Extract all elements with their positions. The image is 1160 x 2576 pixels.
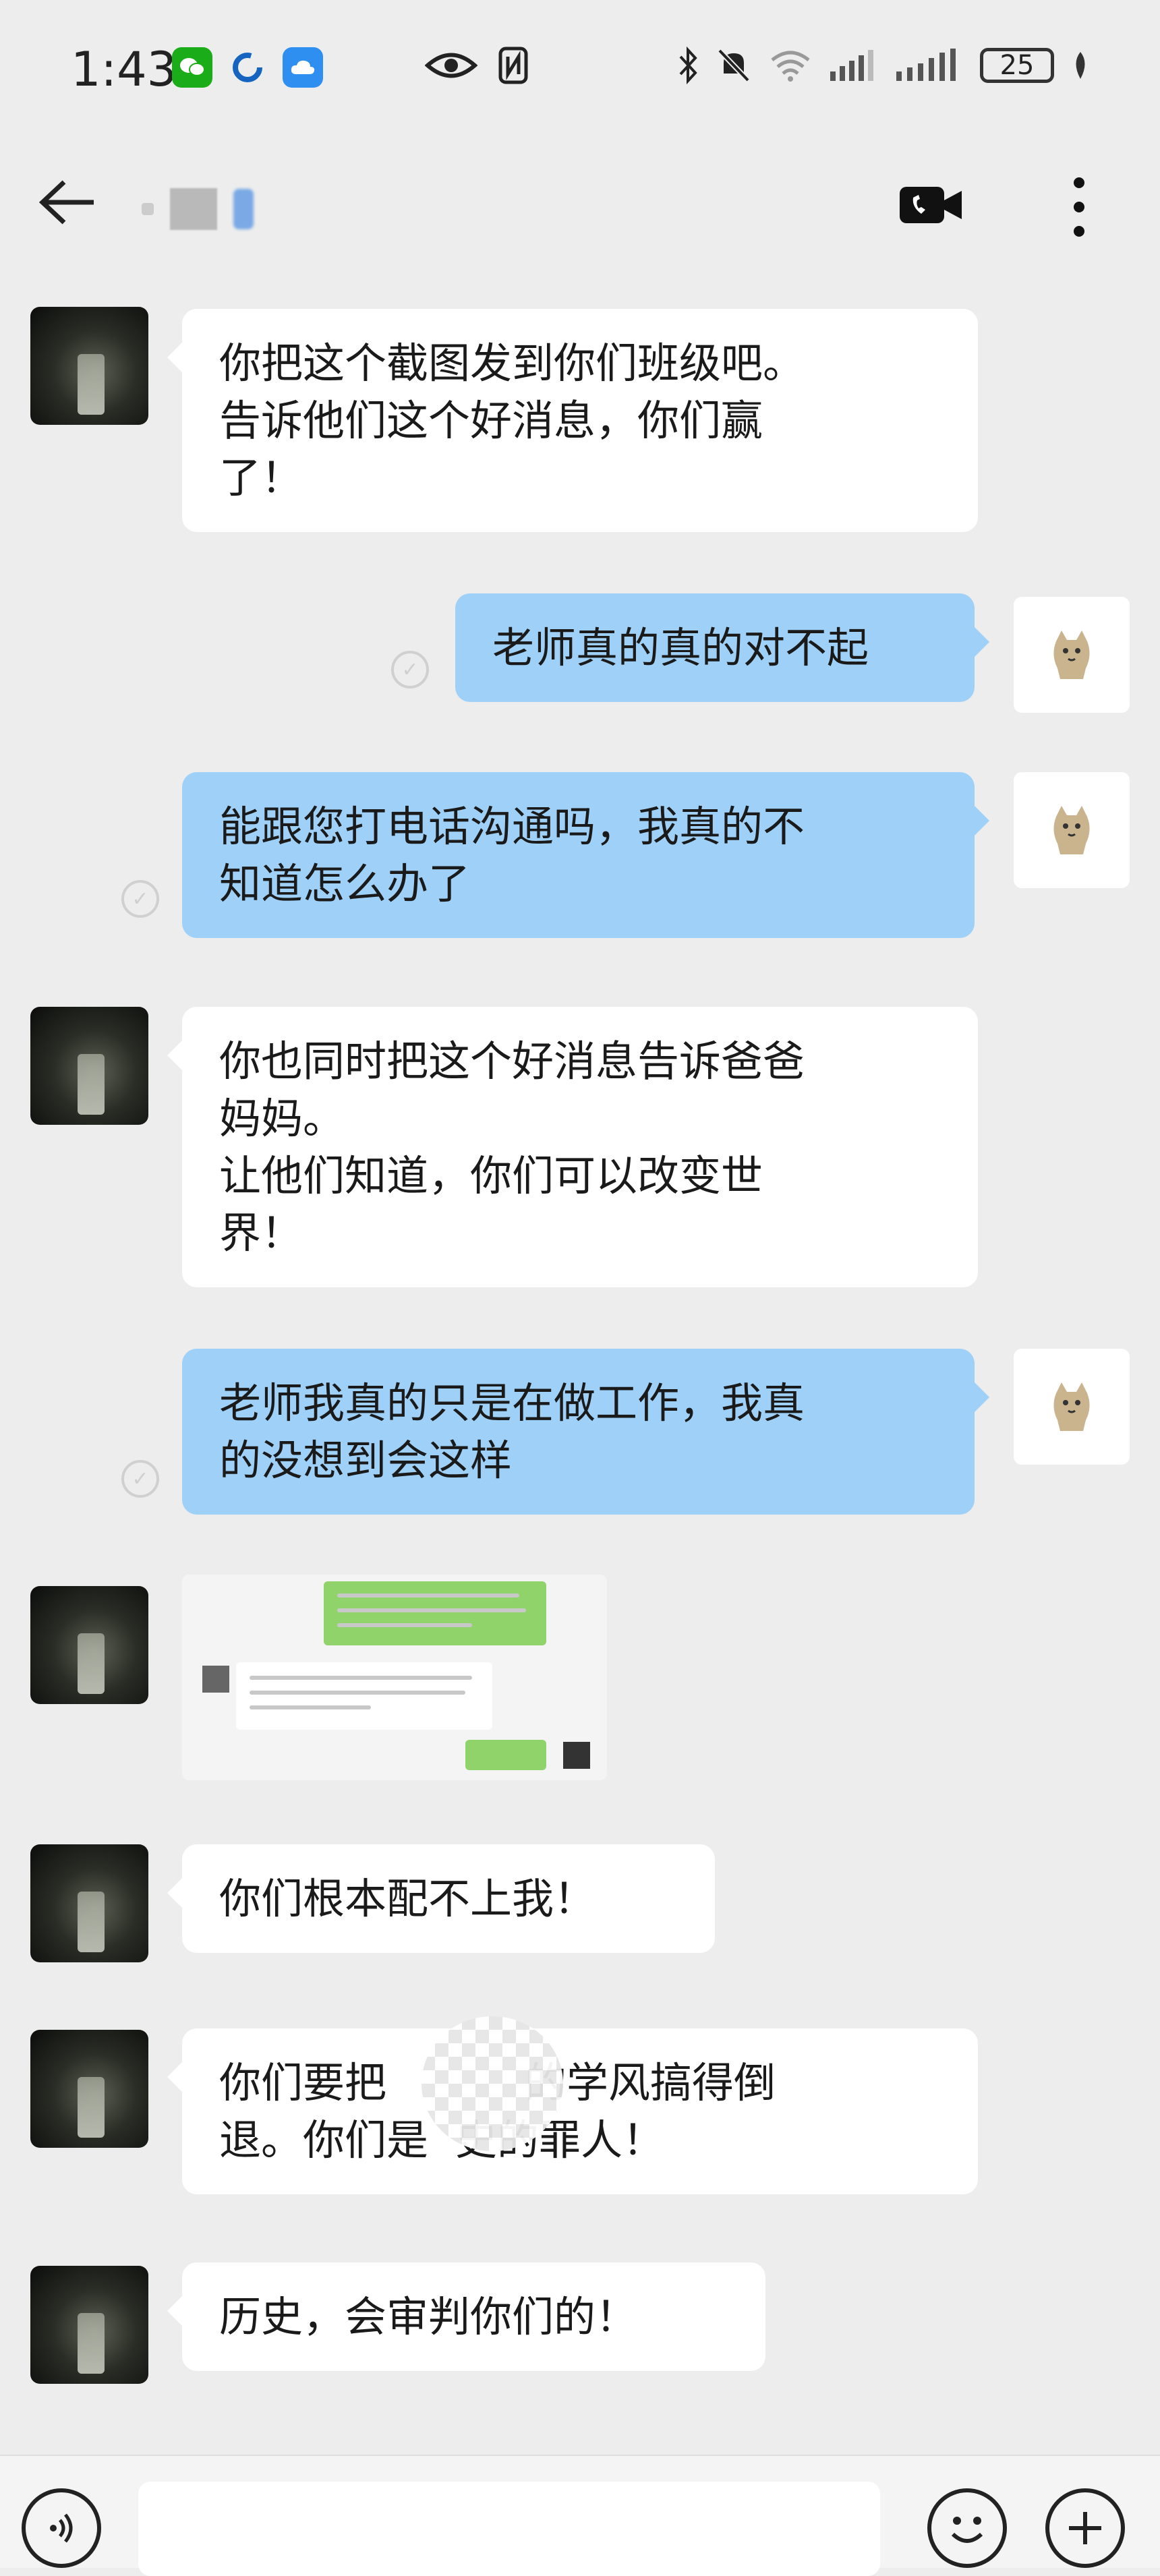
message-line: 让他们知道，你们可以改变世 <box>219 1151 763 1200</box>
message-line: 妈妈。 <box>219 1094 345 1143</box>
message-line: 能跟您打电话沟通吗，我真的不 <box>219 802 805 851</box>
video-call-button[interactable] <box>897 177 964 234</box>
cat-avatar-icon <box>1053 1382 1090 1431</box>
more-actions-button[interactable] <box>1045 2488 1125 2568</box>
nfc-icon <box>498 47 528 84</box>
mute-bell-icon <box>718 49 750 82</box>
status-right-icons: 25 <box>678 46 1089 85</box>
user-avatar[interactable] <box>1014 772 1130 888</box>
user-avatar[interactable] <box>1014 1349 1130 1465</box>
voice-input-button[interactable] <box>22 2488 101 2568</box>
chat-header <box>0 145 1160 260</box>
video-call-icon <box>900 187 962 223</box>
c-app-icon <box>227 47 268 88</box>
message-bubble-incoming[interactable]: 你也同时把这个好消息告诉爸爸 妈妈。 让他们知道，你们可以改变世 界！ <box>167 1007 978 1287</box>
eye-icon <box>425 53 477 78</box>
plus-icon <box>1069 2512 1101 2544</box>
screenshot-image-message[interactable] <box>182 1575 607 1780</box>
teacher-avatar[interactable] <box>30 1007 148 1125</box>
teacher-avatar[interactable] <box>30 2266 148 2384</box>
cloud-app-icon <box>283 47 323 88</box>
message-bubble-incoming[interactable]: 你们根本配不上我！ <box>167 1844 715 1953</box>
back-button[interactable] <box>37 175 98 232</box>
message-text-part: 退。你们是 <box>219 2115 429 2165</box>
message-line: 告诉他们这个好消息，你们赢 <box>219 396 763 445</box>
chat-input-bar <box>0 2455 1160 2576</box>
message-line: 界！ <box>219 1208 303 1258</box>
message-bubble-incoming[interactable]: 你们要把 的学风搞得倒 退。你们是 史的罪人！ <box>167 2028 978 2194</box>
message-line: 你们根本配不上我！ <box>219 1874 596 1923</box>
read-check-icon: ✓ <box>121 1460 159 1498</box>
message-input[interactable] <box>138 2482 880 2576</box>
message-line: 你也同时把这个好消息告诉爸爸 <box>219 1036 805 1086</box>
message-line: 了！ <box>219 453 303 502</box>
message-line: 老师我真的只是在做工作，我真 <box>219 1378 805 1428</box>
status-middle-icons <box>425 46 529 85</box>
message-line: 历史，会审判你们的！ <box>219 2292 638 2341</box>
message-line: 你把这个截图发到你们班级吧。 <box>219 339 805 388</box>
teacher-avatar[interactable] <box>30 1844 148 1962</box>
status-time: 1:43 <box>71 42 177 97</box>
message-line: 知道怎么办了 <box>219 859 471 908</box>
message-bubble-outgoing[interactable]: 能跟您打电话沟通吗，我真的不 知道怎么办了 <box>182 772 989 938</box>
leaf-icon <box>1076 52 1085 79</box>
read-check-icon: ✓ <box>121 880 159 918</box>
contact-name-redacted <box>142 185 364 233</box>
user-avatar[interactable] <box>1014 597 1130 713</box>
message-line: 的没想到会这样 <box>219 1436 513 1485</box>
arrow-left-icon <box>38 180 94 225</box>
message-bubble-outgoing[interactable]: 老师真的真的对不起 <box>455 593 989 702</box>
bluetooth-icon <box>679 46 697 85</box>
message-line: 老师真的真的对不起 <box>492 623 869 672</box>
read-check-icon: ✓ <box>391 651 429 689</box>
status-notification-icons <box>172 47 323 88</box>
emoji-icon <box>951 2517 983 2543</box>
teacher-avatar[interactable] <box>30 307 148 425</box>
voice-icon <box>50 2513 73 2543</box>
teacher-avatar[interactable] <box>30 2030 148 2148</box>
wifi-icon <box>771 51 810 82</box>
cat-avatar-icon <box>1053 631 1090 679</box>
emoji-button[interactable] <box>927 2488 1007 2568</box>
battery-indicator: 25 <box>980 48 1054 83</box>
message-bubble-incoming[interactable]: 历史，会审判你们的！ <box>167 2262 765 2371</box>
message-text-part: 你们要把 <box>219 2058 387 2107</box>
signal-icon <box>830 50 873 81</box>
signal-icon-2 <box>896 49 956 81</box>
message-bubble-incoming[interactable]: 你把这个截图发到你们班级吧。 告诉他们这个好消息，你们赢 了！ <box>167 309 978 532</box>
wechat-icon <box>172 47 212 88</box>
message-bubble-outgoing[interactable]: 老师我真的只是在做工作，我真 的没想到会这样 <box>182 1349 989 1515</box>
more-options-button[interactable] <box>1069 173 1089 243</box>
more-vertical-icon <box>1074 177 1084 237</box>
status-bar: 1:43 25 <box>0 0 1160 145</box>
teacher-avatar[interactable] <box>30 1586 148 1704</box>
redacted-mosaic <box>422 2016 563 2151</box>
cat-avatar-icon <box>1053 806 1090 854</box>
